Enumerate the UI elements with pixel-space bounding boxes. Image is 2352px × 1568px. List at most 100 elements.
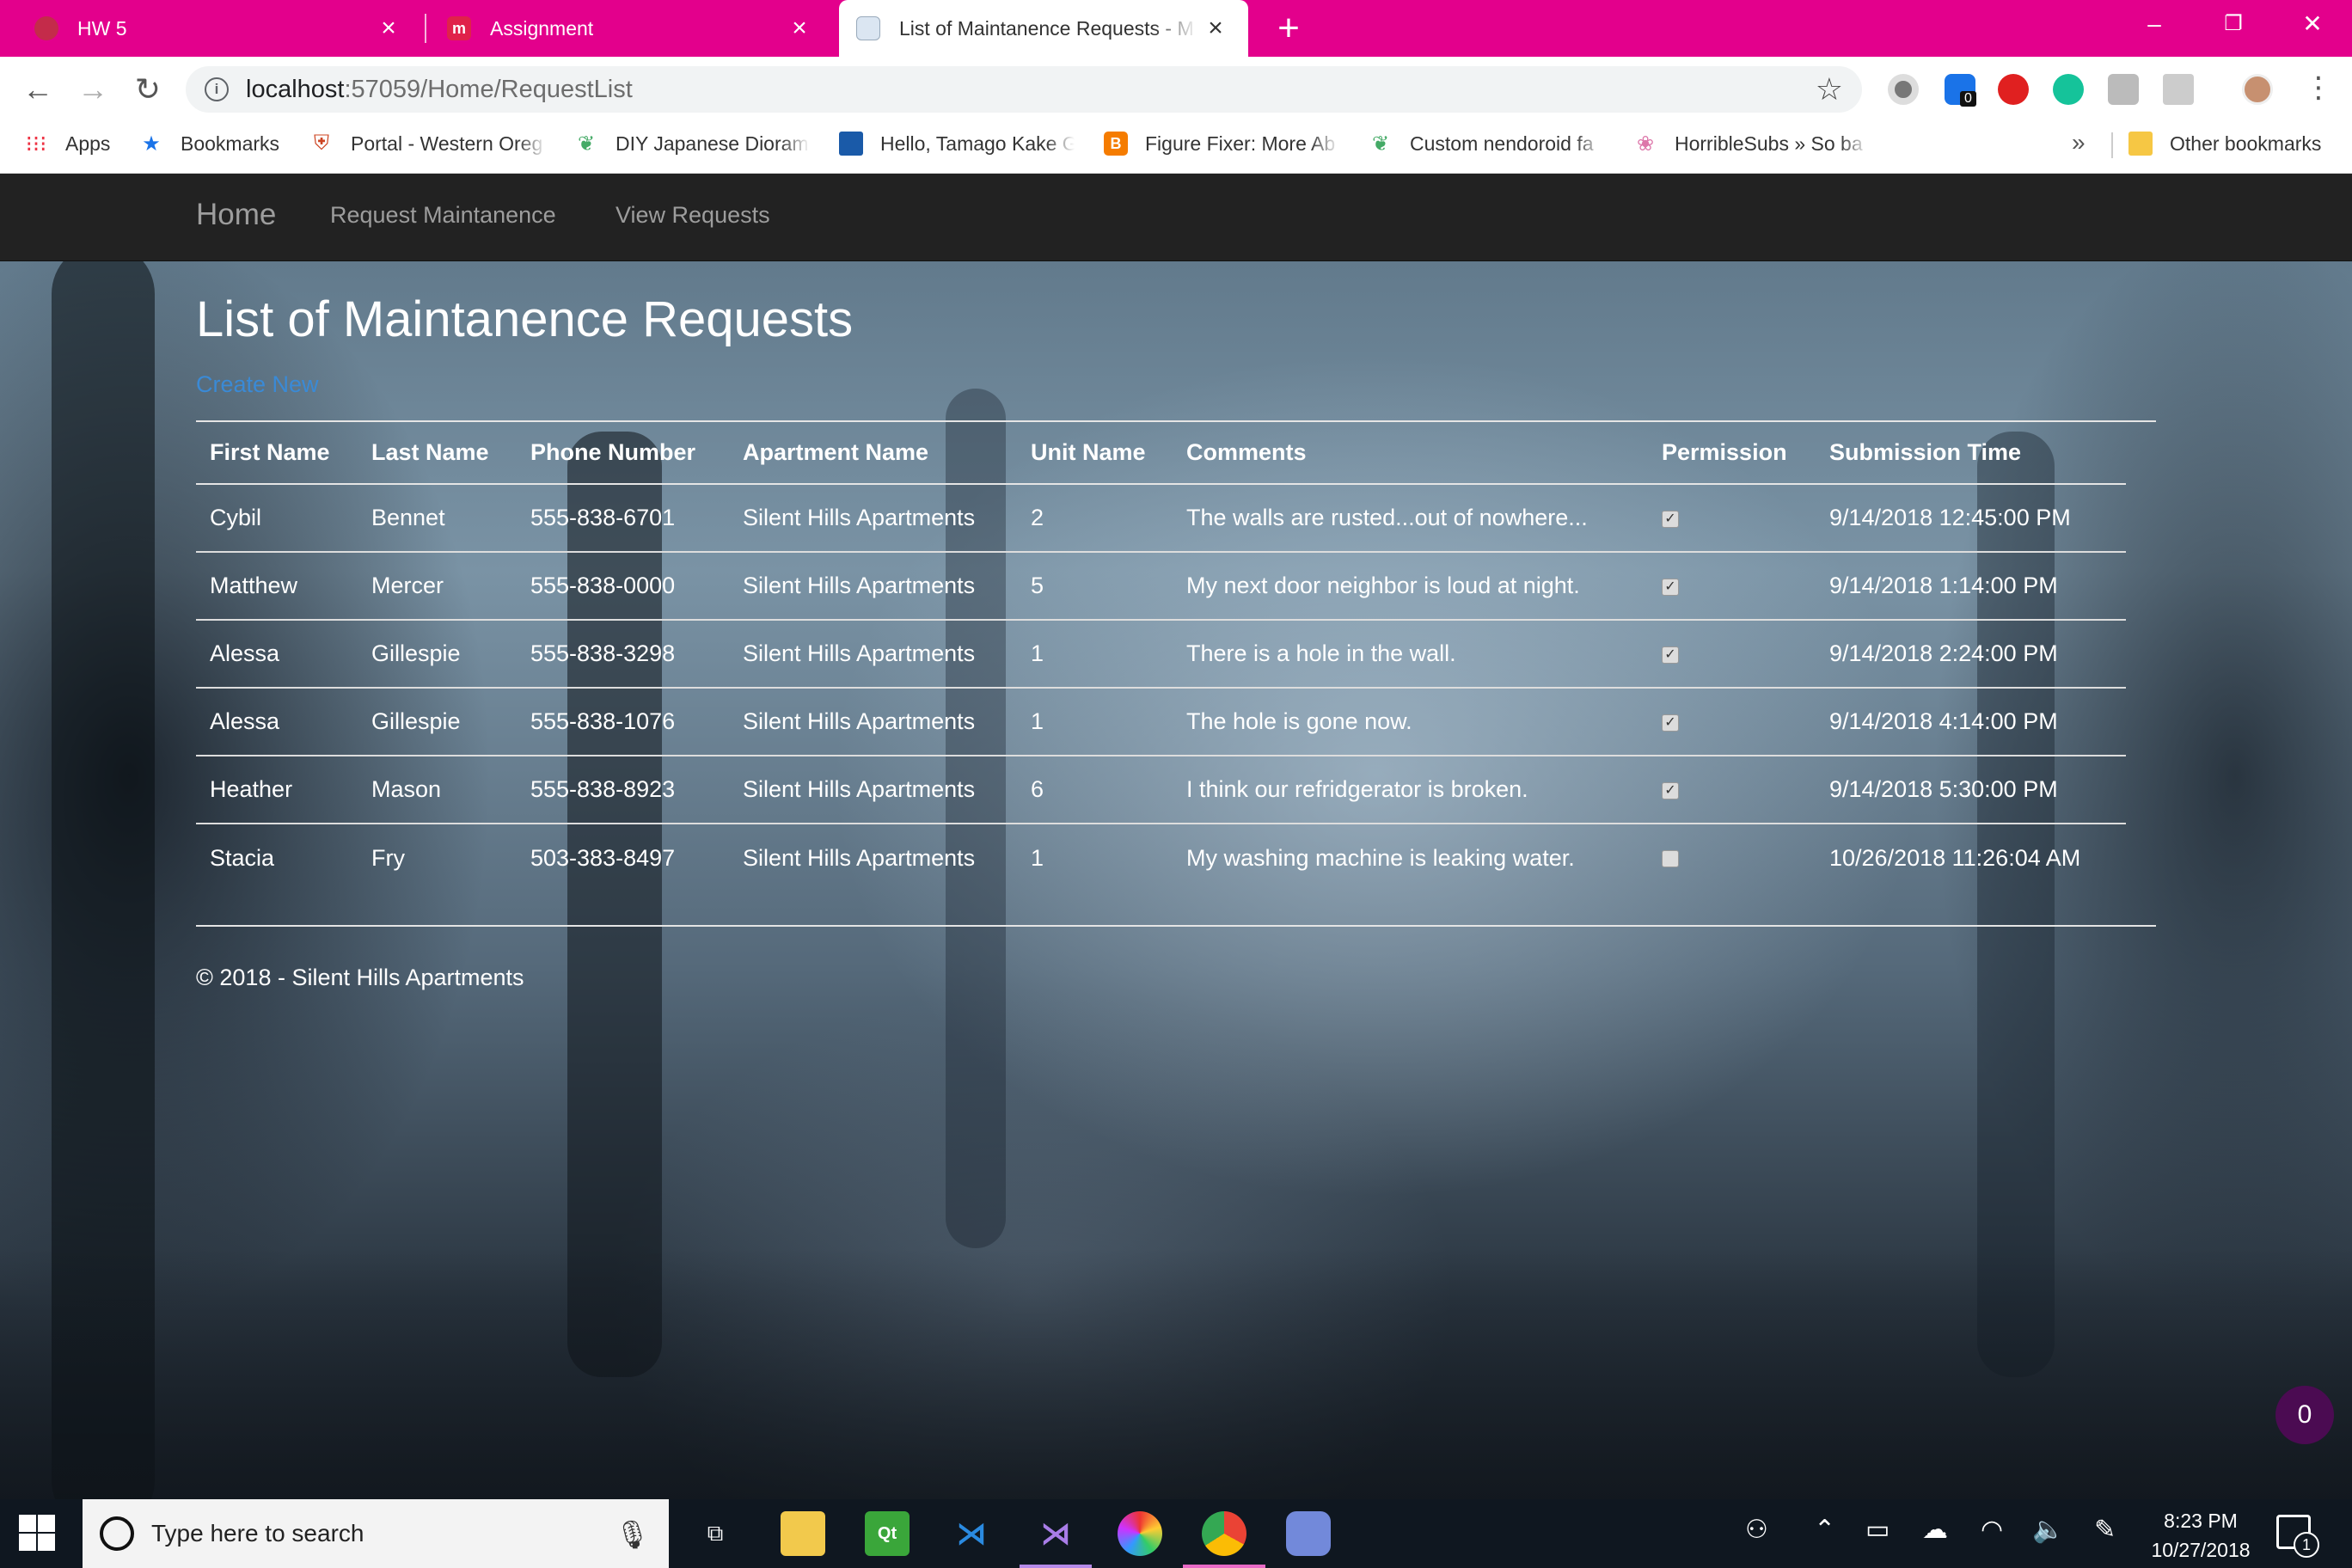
volume-icon[interactable]: 🔈 xyxy=(2032,1515,2064,1545)
cell-apartment: Silent Hills Apartments xyxy=(729,619,1017,688)
bookmark-figure-fixer[interactable]: B Figure Fixer: More Ab xyxy=(1104,122,1339,165)
bookmark-portal[interactable]: ⛨ Portal - Western Oreg xyxy=(309,122,547,165)
bookmark-horriblesubs[interactable]: ❀ HorribleSubs » So ba xyxy=(1633,122,1869,165)
tab-separator xyxy=(425,14,426,43)
adblock-icon[interactable] xyxy=(1998,74,2029,105)
onedrive-icon[interactable]: ☁ xyxy=(1922,1515,1948,1545)
wifi-icon[interactable]: ◠ xyxy=(1981,1515,2003,1545)
taskbar-search-box[interactable]: Type here to search 🎙 xyxy=(83,1499,669,1568)
cell-apartment: Silent Hills Apartments xyxy=(729,755,1017,824)
vscode-icon[interactable]: ⋊ xyxy=(949,1511,994,1556)
cell-permission: ✓ xyxy=(1648,484,1816,552)
cell-unit: 1 xyxy=(1017,823,1173,891)
close-window-icon[interactable]: ✕ xyxy=(2273,0,2352,52)
tab-assignment[interactable]: m Assignment × xyxy=(428,0,832,57)
cell-permission: ✓ xyxy=(1648,687,1816,756)
pen-icon[interactable]: ✎ xyxy=(2094,1515,2116,1545)
pdf-icon[interactable] xyxy=(2163,74,2194,105)
file-explorer-icon[interactable] xyxy=(781,1511,825,1556)
discord-icon[interactable] xyxy=(1286,1511,1331,1556)
profile-avatar[interactable] xyxy=(2242,74,2273,105)
people-icon[interactable]: ⚇ xyxy=(1745,1515,1768,1545)
cell-phone: 555-838-1076 xyxy=(517,687,729,756)
reload-icon[interactable]: ↻ xyxy=(126,67,170,112)
address-bar[interactable]: i localhost:57059/Home/RequestList ☆ xyxy=(186,66,1862,113)
extension-gray-icon[interactable] xyxy=(2108,74,2139,105)
microphone-icon[interactable]: 🎙 xyxy=(615,1518,650,1551)
checkbox-checked: ✓ xyxy=(1662,510,1679,528)
tab-request-list[interactable]: List of Maintanence Requests - M × xyxy=(839,0,1248,57)
cell-phone: 503-383-8497 xyxy=(517,823,729,891)
info-icon[interactable]: i xyxy=(205,77,229,101)
browser-tabstrip: HW 5 × m Assignment × List of Maintanenc… xyxy=(0,0,2352,57)
cell-unit: 1 xyxy=(1017,687,1173,756)
new-tab-button[interactable]: + xyxy=(1267,7,1310,50)
paint-app-icon[interactable] xyxy=(1118,1511,1162,1556)
site-navbar: Home Request Maintanence View Requests xyxy=(0,174,2352,261)
minimize-icon[interactable]: – xyxy=(2115,0,2194,52)
bookmark-label: Figure Fixer: More Ab xyxy=(1145,132,1336,155)
close-icon[interactable]: × xyxy=(371,14,406,43)
bookmark-tamago[interactable]: Hello, Tamago Kake G xyxy=(839,122,1075,165)
bookmarks-overflow-button[interactable]: » xyxy=(2072,129,2086,156)
taskbar-clock[interactable]: 8:23 PM 10/27/2018 xyxy=(2141,1506,2261,1565)
checkbox-checked: ✓ xyxy=(1662,781,1679,799)
cell-phone: 555-838-0000 xyxy=(517,551,729,620)
active-app-indicator xyxy=(1183,1565,1265,1568)
extension-badge: 0 xyxy=(1960,91,1976,107)
cell-last: Gillespie xyxy=(358,687,517,756)
cell-permission: ✓ xyxy=(1648,755,1816,824)
cell-comments: There is a hole in the wall. xyxy=(1173,619,1648,688)
bookmarks-divider xyxy=(2111,132,2113,158)
bookmark-apps[interactable]: ⁝⁝⁝ Apps xyxy=(24,122,111,165)
visual-studio-icon[interactable]: ⋊ xyxy=(1033,1511,1078,1556)
extension-circle-icon[interactable] xyxy=(1888,74,1919,105)
nav-view-requests-link[interactable]: View Requests xyxy=(616,202,770,229)
cell-last: Bennet xyxy=(371,505,445,530)
cell-comments: The hole is gone now. xyxy=(1173,687,1648,756)
checkbox-checked: ✓ xyxy=(1662,578,1679,596)
nav-request-maintenance-link[interactable]: Request Maintanence xyxy=(330,202,556,229)
clock-time: 8:23 PM xyxy=(2164,1510,2238,1532)
bookmark-label: DIY Japanese Dioram xyxy=(616,132,809,155)
windows-start-icon[interactable] xyxy=(19,1515,57,1553)
close-icon[interactable]: × xyxy=(1198,14,1233,43)
tab-title: Assignment xyxy=(490,16,594,40)
bookmark-label: Other bookmarks xyxy=(2170,132,2322,155)
cell-time: 9/14/2018 2:24:00 PM xyxy=(1816,619,2126,688)
qt-creator-icon[interactable]: Qt xyxy=(865,1511,910,1556)
cell-comments: I think our refridgerator is broken. xyxy=(1173,755,1648,824)
grammarly-icon[interactable] xyxy=(2053,74,2084,105)
create-new-link[interactable]: Create New xyxy=(196,371,319,398)
red-circle-icon xyxy=(34,16,58,40)
chrome-icon[interactable] xyxy=(1202,1511,1246,1556)
column-header: Unit Name xyxy=(1017,422,1173,485)
floating-counter-button[interactable]: 0 xyxy=(2275,1386,2334,1444)
table-row: Alessa Gillespie 555-838-3298 Silent Hills … xyxy=(196,619,2126,688)
back-icon[interactable]: ← xyxy=(15,67,60,112)
cell-apartment: Silent Hills Apartments xyxy=(743,505,976,530)
cell-time: 10/26/2018 11:26:04 AM xyxy=(1816,823,2126,891)
page-icon xyxy=(856,16,880,40)
tab-hw5[interactable]: HW 5 × xyxy=(0,0,421,57)
chevron-up-icon[interactable]: ⌃ xyxy=(1814,1515,1835,1545)
browser-toolbar: ← → ↻ i localhost:57059/Home/RequestList… xyxy=(0,57,2352,122)
restore-icon[interactable]: ❐ xyxy=(2194,0,2273,52)
close-icon[interactable]: × xyxy=(782,14,817,43)
table-header-row: First Name Last Name Phone Number Apartm… xyxy=(196,422,2126,485)
bookmark-other[interactable]: Other bookmarks xyxy=(2128,122,2321,165)
bookmark-diy-diorama[interactable]: ❦ DIY Japanese Dioram xyxy=(574,122,810,165)
nav-home-link[interactable]: Home xyxy=(196,198,276,232)
cell-first: Cybil xyxy=(210,505,262,530)
table-row: Cybil Bennet 555-838-6701 Silent Hills Apar… xyxy=(196,484,2126,552)
bookmark-nendoroid[interactable]: ❦ Custom nendoroid fa xyxy=(1369,122,1604,165)
chrome-menu-icon[interactable]: ⋮ xyxy=(2304,70,2333,105)
bookmark-star-icon[interactable]: ☆ xyxy=(1816,71,1843,107)
battery-icon[interactable]: ▭ xyxy=(1865,1515,1890,1545)
forward-icon[interactable]: → xyxy=(70,67,115,112)
leaf-icon: ❦ xyxy=(1371,132,1390,156)
task-view-icon[interactable]: ⧉ xyxy=(693,1511,738,1556)
windows-taskbar: Type here to search 🎙 ⧉ Qt ⋊ ⋊ ⚇ ⌃ ▭ ☁ ◠… xyxy=(0,1499,2352,1568)
bookmark-bookmarks[interactable]: ★ Bookmarks xyxy=(139,122,279,165)
tab-title: List of Maintanence Requests - M xyxy=(899,16,1194,40)
